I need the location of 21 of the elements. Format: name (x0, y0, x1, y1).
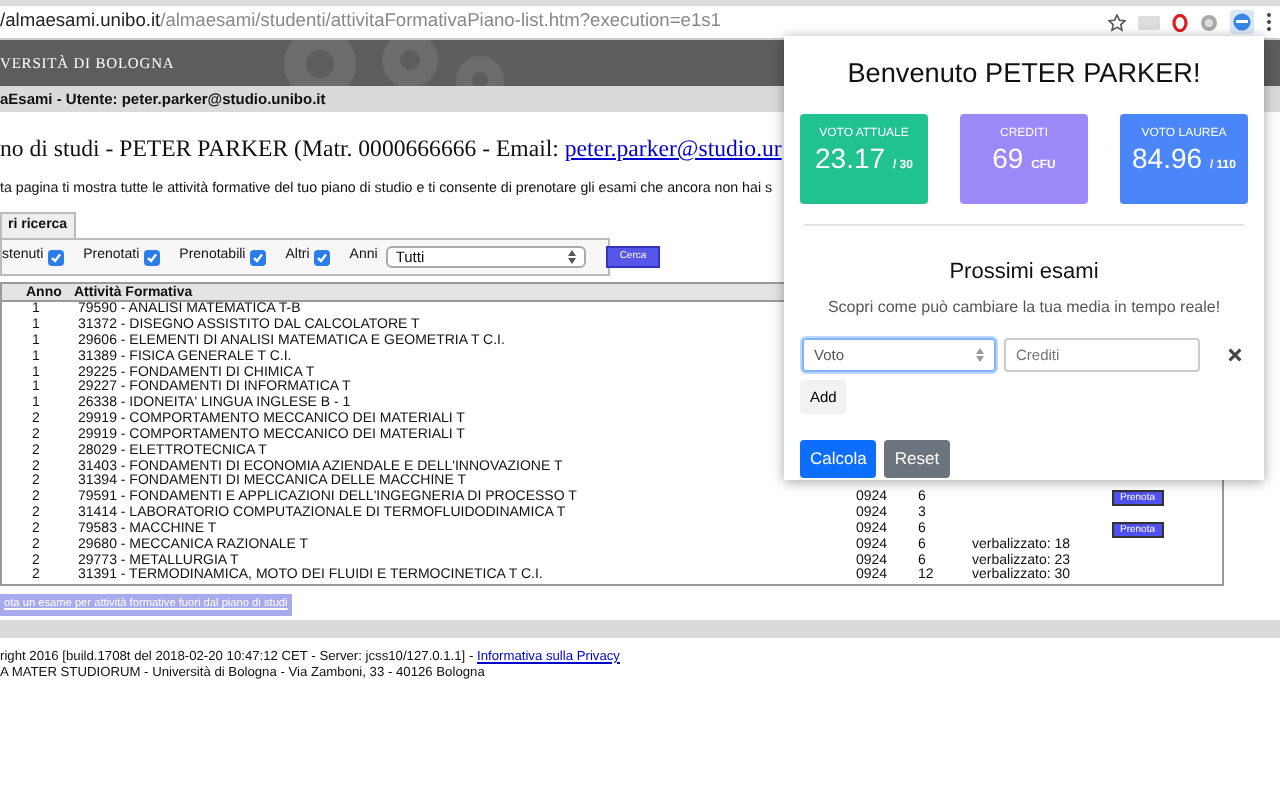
checkbox[interactable] (47, 249, 64, 266)
calculate-button[interactable]: Calcola (800, 440, 877, 479)
extension-icon[interactable] (1230, 10, 1254, 34)
menu-icon[interactable] (1266, 12, 1272, 32)
checkbox[interactable] (249, 249, 266, 266)
reset-button[interactable]: Reset (884, 440, 950, 479)
checkbox[interactable] (143, 249, 160, 266)
page-heading: no di studi - PETER PARKER (Matr. 0000666666 - Email: peter.parker@studio.ur (0, 132, 782, 166)
star-icon[interactable] (1108, 13, 1126, 31)
popup-title: Benvenuto PETER PARKER! (845, 56, 1203, 92)
stat-value: 23.17 (815, 142, 886, 175)
dropdown-arrows-icon (976, 347, 984, 362)
section-title: Prossimi esami (947, 258, 1101, 289)
dropdown-arrows-icon (567, 250, 576, 265)
address-bar[interactable]: /almaesami.unibo.it/almaesami/studenti/attivitaFormativaPiano-list.htm?execution=e1s1 (0, 8, 1096, 36)
section-subtitle: Scopri come può cambiare la tua media in tempo reale! (825, 295, 1223, 320)
checkbox[interactable] (313, 249, 330, 266)
email-link[interactable]: peter.parker@studio.ur (564, 134, 782, 162)
close-icon[interactable] (1228, 347, 1242, 362)
stat-value: 69 (992, 142, 1024, 175)
stat-value: 84.96 (1132, 142, 1203, 175)
